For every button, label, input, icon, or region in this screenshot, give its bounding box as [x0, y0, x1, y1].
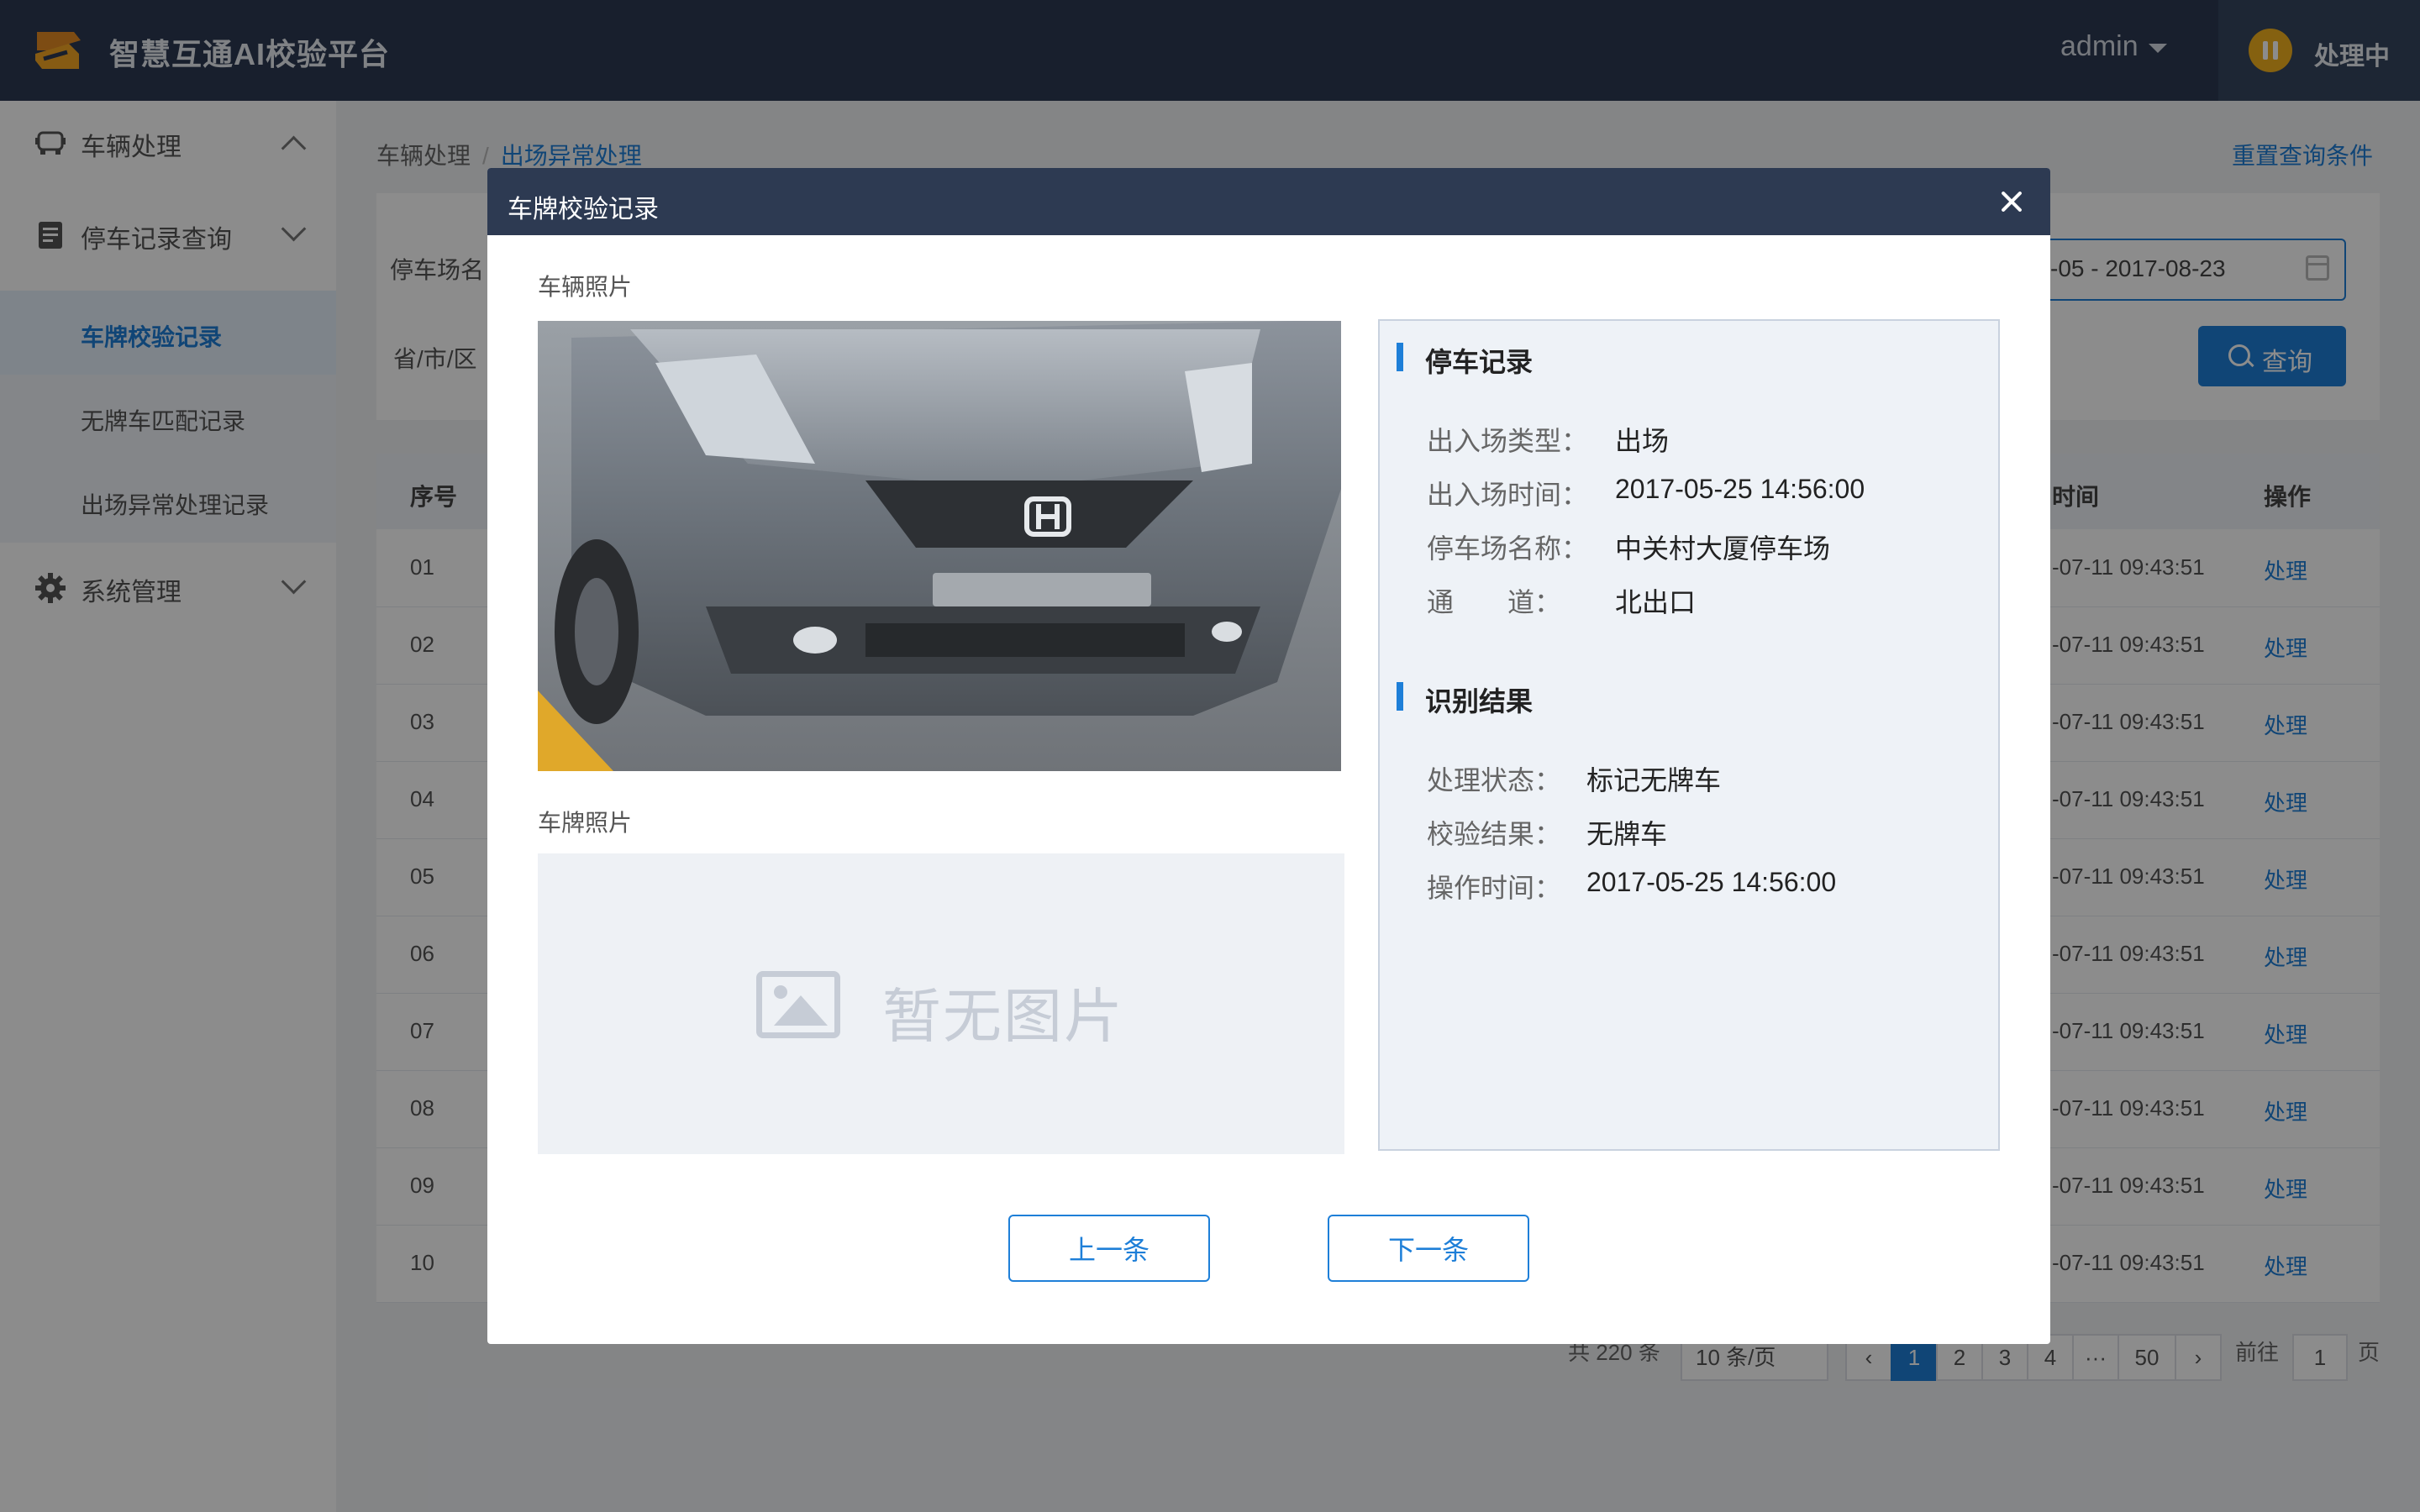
operation-time-value: 2017-05-25 14:56:00	[1586, 867, 1837, 897]
check-result-value: 无牌车	[1586, 819, 1668, 849]
plate-photo-placeholder: 暂无图片	[538, 853, 1344, 1154]
entry-type-value: 出场	[1615, 426, 1670, 456]
entry-type-label: 出入场类型：	[1427, 426, 1589, 456]
no-image-text: 暂无图片	[882, 984, 1124, 1049]
next-record-button[interactable]: 下一条	[1328, 1215, 1529, 1282]
close-icon[interactable]	[1995, 185, 2028, 218]
section-marker	[1397, 682, 1403, 711]
check-result-label: 校验结果：	[1427, 819, 1562, 849]
previous-record-button[interactable]: 上一条	[1008, 1215, 1210, 1282]
parking-name-value: 中关村大厦停车场	[1615, 533, 1831, 564]
section-marker	[1397, 343, 1403, 371]
entry-time-value: 2017-05-25 14:56:00	[1615, 474, 1865, 504]
lane-value: 北出口	[1615, 587, 1697, 617]
plate-photo-label: 车牌照片	[538, 810, 633, 836]
car-photo-label: 车辆照片	[538, 274, 633, 300]
process-status-value: 标记无牌车	[1586, 765, 1722, 795]
operation-time-label: 操作时间：	[1427, 873, 1562, 903]
dialog-header: 车牌校验记录	[487, 168, 2050, 235]
parking-name-label: 停车场名称：	[1427, 533, 1589, 564]
lane-label: 通 道：	[1427, 587, 1562, 617]
vehicle-photo-image	[538, 321, 1341, 771]
record-info-panel: 停车记录 出入场类型： 出场 出入场时间： 2017-05-25 14:56:0…	[1378, 319, 2000, 1151]
dialog-title: 车牌校验记录	[508, 196, 659, 223]
plate-check-dialog: 车牌校验记录 车辆照片 车牌照片 暂无图片 停车记录 出入场类型： 出场 出入场…	[487, 168, 2050, 1344]
process-status-label: 处理状态：	[1427, 765, 1562, 795]
image-placeholder-icon	[756, 971, 840, 1038]
entry-time-label: 出入场时间：	[1427, 480, 1589, 510]
vehicle-photo	[538, 321, 1341, 771]
parking-record-title: 停车记录	[1425, 347, 1534, 377]
recognition-result-title: 识别结果	[1425, 686, 1534, 717]
